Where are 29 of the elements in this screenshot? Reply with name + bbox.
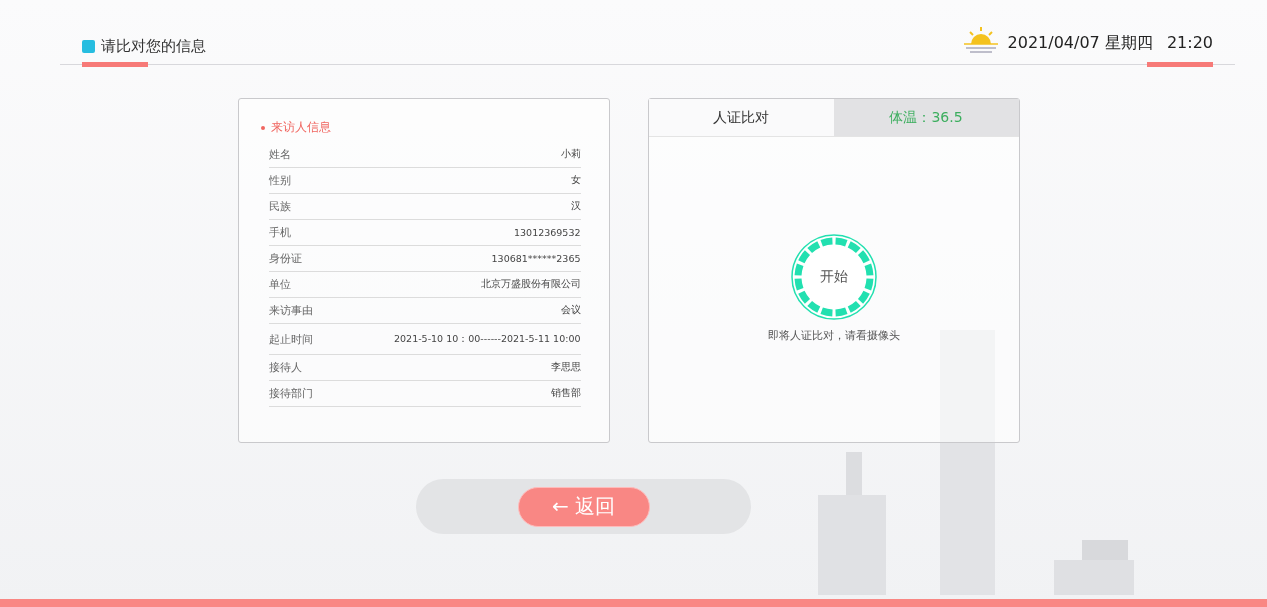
field-label: 性别 <box>268 173 291 188</box>
start-button[interactable]: 开始 <box>790 234 877 320</box>
field-label: 接待人 <box>268 360 302 375</box>
page-title: 请比对您的信息 <box>101 37 206 56</box>
field-label: 来访事由 <box>268 303 313 318</box>
section-heading: 来访人信息 <box>270 119 331 136</box>
field-value: 小莉 <box>560 148 581 161</box>
field-label: 接待部门 <box>268 386 313 401</box>
field-label: 起止时间 <box>268 331 313 347</box>
field-value: 汉 <box>570 200 581 213</box>
field-value: 女 <box>570 174 581 187</box>
field-value: 北京万盛股份有限公司 <box>480 278 581 291</box>
time-text: 21:20 <box>1166 33 1213 54</box>
field-value: 2021-5-10 10：00------2021-5-11 10:00 <box>394 332 581 346</box>
field-value: 130681******2365 <box>491 253 581 264</box>
field-label: 姓名 <box>268 147 291 162</box>
field-label: 身份证 <box>268 251 302 266</box>
field-label: 手机 <box>268 225 291 240</box>
square-icon <box>82 40 95 53</box>
field-label: 单位 <box>268 277 291 292</box>
field-value: 李思思 <box>550 361 581 374</box>
field-value: 销售部 <box>550 387 581 400</box>
field-label: 民族 <box>268 199 291 214</box>
hint-text: 即将人证比对，请看摄像头 <box>767 328 900 343</box>
field-value: 会议 <box>560 304 581 317</box>
dot-icon <box>260 125 265 130</box>
date-text: 2021/04/07 星期四 <box>1007 33 1153 54</box>
sunrise-icon <box>963 26 998 54</box>
field-value: 13012369532 <box>514 227 581 238</box>
